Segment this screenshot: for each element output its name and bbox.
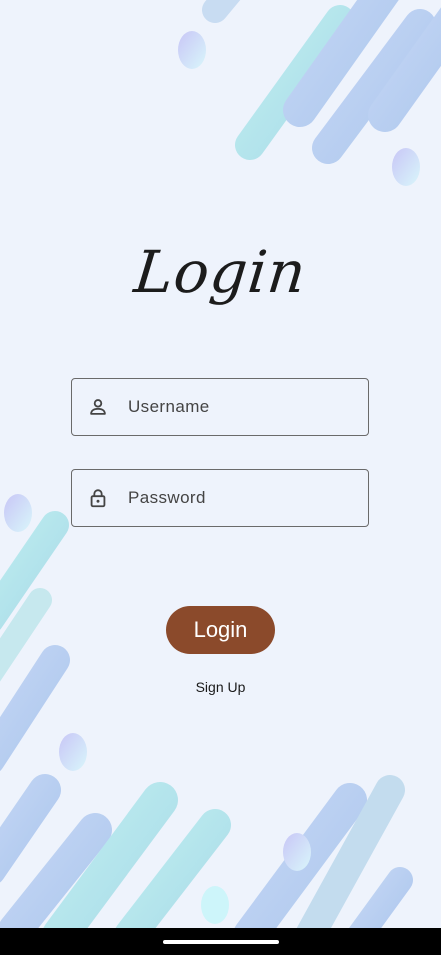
lock-icon bbox=[86, 486, 110, 510]
password-field[interactable] bbox=[71, 469, 369, 527]
username-field[interactable] bbox=[71, 378, 369, 436]
login-button[interactable]: Login bbox=[166, 606, 275, 654]
page-title: Login bbox=[131, 238, 310, 306]
person-icon bbox=[86, 395, 110, 419]
username-input[interactable] bbox=[128, 379, 368, 435]
home-gesture-handle[interactable] bbox=[163, 940, 279, 944]
system-nav-bar bbox=[0, 928, 441, 955]
password-input[interactable] bbox=[128, 470, 368, 526]
signup-link[interactable]: Sign Up bbox=[0, 679, 441, 695]
